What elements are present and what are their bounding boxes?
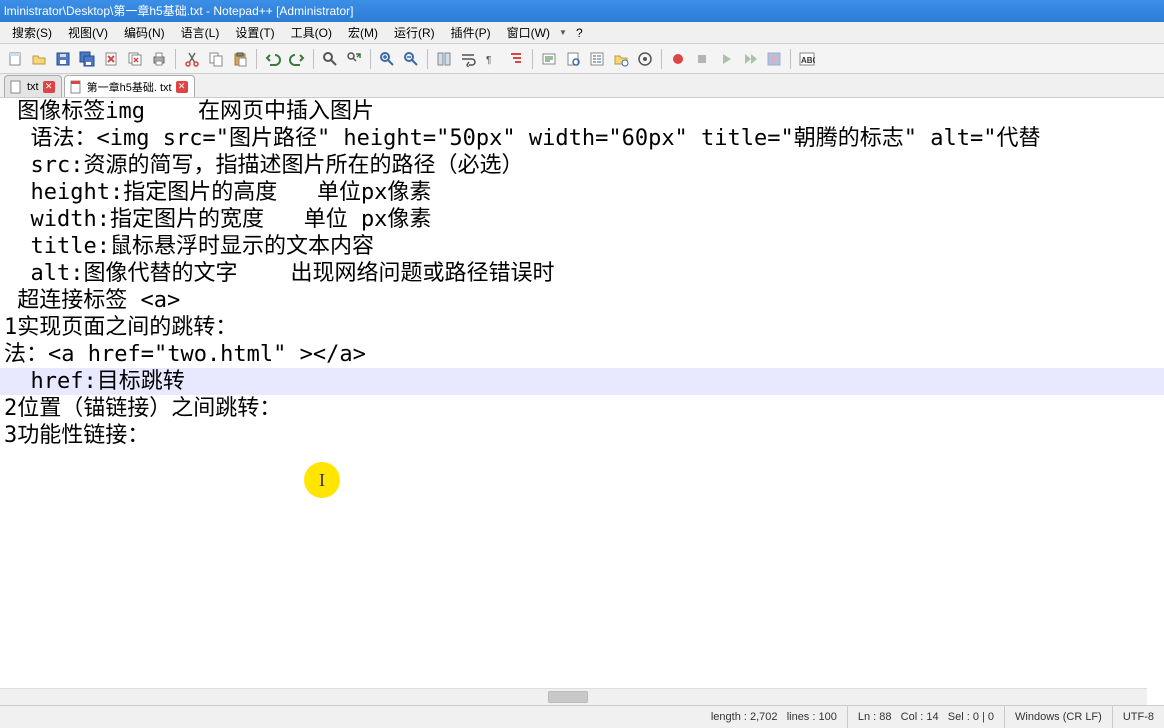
editor-line: 图像标签img 在网页中插入图片 (0, 98, 1164, 125)
save-macro-icon[interactable] (763, 48, 785, 70)
monitor-icon[interactable] (634, 48, 656, 70)
close-icon[interactable]: ✕ (176, 81, 188, 93)
word-wrap-icon[interactable] (457, 48, 479, 70)
editor-line: width:指定图片的宽度 单位 px像素 (0, 206, 1164, 233)
menu-settings[interactable]: 设置(T) (227, 22, 282, 43)
file-icon (69, 80, 83, 94)
tab-bar: txt ✕ 第一章h5基础. txt ✕ (0, 74, 1164, 98)
cut-icon[interactable] (181, 48, 203, 70)
menu-search[interactable]: 搜索(S) (4, 22, 60, 43)
editor-line: 语法：<img src="图片路径" height="50px" width="… (0, 125, 1164, 152)
editor-line: 法：<a href="two.html" ></a> (0, 341, 1164, 368)
close-file-icon[interactable] (100, 48, 122, 70)
redo-icon[interactable] (286, 48, 308, 70)
tab-label: 第一章h5基础. txt (87, 79, 172, 95)
scrollbar-thumb[interactable] (548, 691, 588, 703)
folder-workspace-icon[interactable] (610, 48, 632, 70)
new-file-icon[interactable] (4, 48, 26, 70)
play-multiple-icon[interactable] (739, 48, 761, 70)
status-eol: Windows (CR LF) (1005, 706, 1113, 728)
menu-bar: 搜索(S) 视图(V) 编码(N) 语言(L) 设置(T) 工具(O) 宏(M)… (0, 22, 1164, 44)
print-icon[interactable] (148, 48, 170, 70)
show-whitespace-icon[interactable]: ¶ (481, 48, 503, 70)
menu-language[interactable]: 语言(L) (173, 22, 228, 43)
menu-view[interactable]: 视图(V) (60, 22, 116, 43)
undo-icon[interactable] (262, 48, 284, 70)
tab-1[interactable]: 第一章h5基础. txt ✕ (64, 75, 195, 97)
file-icon (9, 80, 23, 94)
status-position: Ln : 88 Col : 14 Sel : 0 | 0 (848, 706, 1005, 728)
zoom-out-icon[interactable] (400, 48, 422, 70)
cursor-highlight-icon: I (304, 462, 340, 498)
record-icon[interactable] (667, 48, 689, 70)
editor-line: src:资源的简写，指描述图片所在的路径（必选） (0, 152, 1164, 179)
svg-text:¶: ¶ (486, 55, 491, 66)
paste-icon[interactable] (229, 48, 251, 70)
menu-overflow-icon[interactable]: ▼ (558, 28, 568, 37)
close-icon[interactable]: ✕ (43, 81, 55, 93)
find-icon[interactable] (319, 48, 341, 70)
menu-plugins[interactable]: 插件(P) (443, 22, 499, 43)
spellcheck-icon[interactable]: ABC (796, 48, 818, 70)
zoom-in-icon[interactable] (376, 48, 398, 70)
copy-icon[interactable] (205, 48, 227, 70)
editor-line: 超连接标签 <a> (0, 287, 1164, 314)
status-length: length : 2,702 lines : 100 (701, 706, 848, 728)
doc-map-icon[interactable] (562, 48, 584, 70)
editor-area[interactable]: 图像标签img 在网页中插入图片 语法：<img src="图片路径" heig… (0, 98, 1164, 688)
user-language-icon[interactable] (538, 48, 560, 70)
open-file-icon[interactable] (28, 48, 50, 70)
sync-icon[interactable] (433, 48, 455, 70)
menu-window[interactable]: 窗口(W) (499, 22, 558, 43)
tab-0[interactable]: txt ✕ (4, 75, 62, 97)
svg-text:ABC: ABC (801, 56, 815, 65)
stop-icon[interactable] (691, 48, 713, 70)
menu-help[interactable]: ? (568, 24, 591, 42)
tab-label: txt (27, 81, 39, 93)
editor-line: 3功能性链接： (0, 422, 1164, 449)
editor-line: 1实现页面之间的跳转： (0, 314, 1164, 341)
editor-line: title:鼠标悬浮时显示的文本内容 (0, 233, 1164, 260)
menu-macro[interactable]: 宏(M) (340, 22, 386, 43)
horizontal-scrollbar[interactable] (0, 688, 1147, 705)
save-icon[interactable] (52, 48, 74, 70)
toolbar: ¶ ABC (0, 44, 1164, 74)
replace-icon[interactable] (343, 48, 365, 70)
menu-run[interactable]: 运行(R) (386, 22, 443, 43)
play-icon[interactable] (715, 48, 737, 70)
editor-line: 2位置（锚链接）之间跳转： (0, 395, 1164, 422)
indent-guide-icon[interactable] (505, 48, 527, 70)
function-list-icon[interactable] (586, 48, 608, 70)
close-all-icon[interactable] (124, 48, 146, 70)
save-all-icon[interactable] (76, 48, 98, 70)
menu-encoding[interactable]: 编码(N) (116, 22, 173, 43)
status-bar: length : 2,702 lines : 100 Ln : 88 Col :… (0, 705, 1164, 728)
status-encoding: UTF-8 (1113, 706, 1164, 728)
editor-line: height:指定图片的高度 单位px像素 (0, 179, 1164, 206)
title-bar: lministrator\Desktop\第一章h5基础.txt - Notep… (0, 0, 1164, 22)
editor-line-current: href:目标跳转 (0, 368, 1164, 395)
menu-tools[interactable]: 工具(O) (283, 22, 340, 43)
editor-line: alt:图像代替的文字 出现网络问题或路径错误时 (0, 260, 1164, 287)
